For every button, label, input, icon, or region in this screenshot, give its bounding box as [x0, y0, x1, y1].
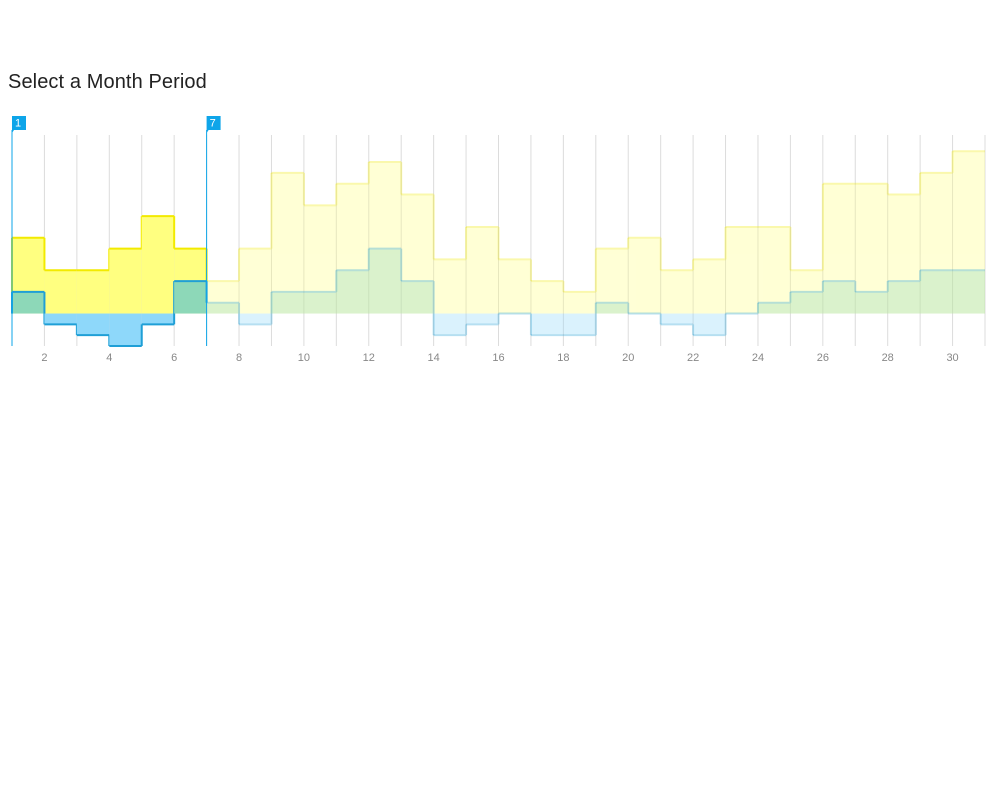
series-b-step — [822, 280, 857, 314]
handle-label: 7 — [210, 118, 216, 130]
x-axis-ticks: 2 4 6 8 10 12 14 16 18 20 22 24 26 28 30 — [41, 352, 958, 364]
series-b-step — [109, 313, 143, 347]
series-b-step — [271, 290, 304, 314]
month-period-chart[interactable]: 2 4 6 8 10 12 14 16 18 20 22 24 26 28 301 7 — [0, 0, 1000, 400]
series-b-bar — [44, 313, 77, 325]
series-b-bar — [239, 313, 272, 325]
series-a-step — [141, 215, 176, 314]
x-tick-label: 14 — [428, 352, 440, 364]
series-b-bar — [109, 313, 142, 346]
series-a-step — [44, 269, 77, 314]
series-b-step — [11, 290, 46, 325]
series-a-step — [757, 225, 792, 314]
series-b-bar — [466, 313, 499, 325]
series-b-bar — [174, 281, 207, 314]
series-b-bar — [693, 313, 726, 336]
x-tick-label: 24 — [752, 352, 764, 364]
series-a-step — [660, 259, 695, 314]
x-tick-label: 10 — [298, 352, 310, 364]
series-a-bar — [141, 216, 175, 314]
series-b-step — [174, 280, 208, 314]
x-tick-label: 8 — [236, 352, 242, 364]
series-b-step — [433, 313, 468, 337]
series-b-bar — [595, 302, 629, 314]
series-a-bar — [725, 226, 758, 314]
series-b-bar — [920, 270, 953, 314]
series-b-step — [628, 312, 662, 325]
series-a-step — [433, 226, 468, 314]
series-a-bar — [660, 270, 694, 314]
series-b-bar — [757, 302, 791, 314]
series-b-step — [920, 269, 953, 314]
x-tick-label: 2 — [41, 352, 47, 364]
series-b-step — [76, 313, 111, 346]
series-a-step — [693, 226, 727, 314]
series-b-bar — [271, 291, 304, 314]
series-b-bar — [790, 291, 823, 314]
series-a-step — [628, 236, 662, 314]
x-tick-label: 16 — [492, 352, 504, 364]
page: Select a Month Period 2 4 6 8 10 12 14 16 18 20 22… — [0, 0, 1000, 800]
series-b-bar — [433, 313, 467, 336]
series-a-bar — [109, 248, 142, 314]
series-a-bar — [530, 281, 564, 314]
series-b-step — [466, 313, 500, 326]
x-tick-label: 18 — [557, 352, 569, 364]
x-tick-label: 12 — [363, 352, 375, 364]
series-a-step — [530, 280, 565, 314]
series-b-step — [595, 301, 630, 314]
series-b-step — [368, 247, 403, 314]
x-tick-label: 4 — [106, 352, 112, 364]
series-b-bar — [368, 248, 402, 314]
handle-label: 1 — [15, 118, 21, 130]
x-tick-label: 6 — [171, 352, 177, 364]
series-b-bar — [401, 281, 434, 314]
x-tick-label: 30 — [946, 352, 958, 364]
series-b-step — [206, 301, 241, 325]
series-b-step — [530, 313, 564, 337]
series-a-step — [239, 172, 273, 314]
series-b-step — [693, 313, 727, 337]
series-b-bar — [530, 313, 564, 336]
series-a-bar — [757, 226, 791, 314]
series-b-bar — [563, 313, 596, 336]
x-tick-label: 20 — [622, 352, 634, 364]
series-a-bar — [44, 270, 77, 314]
series-b-bar — [12, 291, 45, 314]
series-a-step — [76, 248, 111, 314]
series-b-step — [44, 313, 78, 336]
series-a-bar — [563, 291, 596, 314]
x-tick-label: 26 — [817, 352, 829, 364]
series-a-bar — [76, 270, 110, 314]
x-tick-label: 28 — [882, 352, 894, 364]
series-b-step — [498, 312, 532, 336]
series-b-bar — [336, 270, 369, 314]
series-a-step — [725, 225, 758, 314]
series-b-bar — [141, 313, 175, 325]
series-a-step — [563, 248, 597, 314]
series-b-step — [660, 313, 695, 336]
series-b-step — [952, 269, 985, 314]
series-b-bar — [660, 313, 694, 325]
series-b-bar — [76, 313, 110, 336]
series-b-step — [401, 280, 435, 336]
series-a-step — [466, 225, 500, 314]
series-a-bar — [239, 248, 272, 314]
series-a-bar — [693, 259, 726, 314]
series-a-step — [498, 258, 532, 314]
series-b-bar — [887, 281, 921, 314]
series-b-bar — [822, 281, 856, 314]
series-a-bar — [466, 226, 499, 314]
series-b-bar — [855, 291, 888, 314]
series-a-bar — [498, 259, 531, 314]
series-a-bar — [433, 259, 467, 314]
series-a-bar — [628, 237, 661, 314]
series-a-step — [109, 216, 143, 314]
series-b-bar — [303, 291, 337, 314]
series-b-bar — [952, 270, 985, 314]
series-b-bar — [206, 302, 240, 314]
x-tick-label: 22 — [687, 352, 699, 364]
